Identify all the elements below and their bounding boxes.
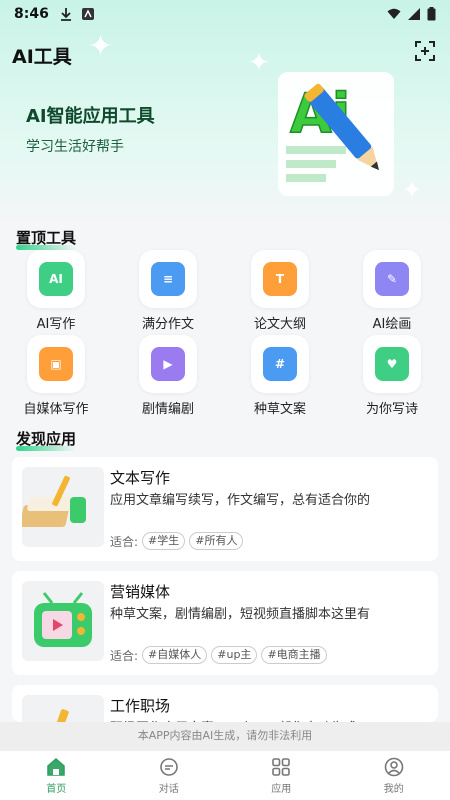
tool-icon-tile: ▣	[27, 335, 85, 393]
wifi-icon	[387, 8, 401, 19]
tool-item[interactable]: ≡ 满分作文	[112, 250, 224, 332]
app-card[interactable]: 营销媒体种草文案，剧情编剧，短视频直播脚本这里有 适合: #自媒体人 #up主 #电商主…	[12, 571, 438, 675]
app-tags: 适合: #自媒体人 #up主 #电商主播	[110, 646, 327, 664]
tool-label: 为你写诗	[365, 402, 418, 417]
tool-item[interactable]: ♥ 为你写诗	[336, 335, 448, 417]
tool-item[interactable]: # 种草文案	[224, 335, 336, 417]
home-icon	[47, 758, 65, 776]
tool-label: AI绘画	[372, 317, 412, 332]
apps-icon	[272, 758, 291, 776]
tab-apps[interactable]: 应用	[225, 751, 338, 800]
app-tags: 适合: #学生 #所有人	[110, 532, 244, 550]
bottom-tab-bar: 首页 对话 应用 我的	[0, 750, 450, 800]
tool-label: AI写作	[36, 317, 76, 332]
tool-icon-tile: ♥	[363, 335, 421, 393]
profile-icon	[384, 757, 404, 777]
ai-pencil-illustration: Ai	[278, 72, 394, 196]
app-title: 营销媒体	[110, 583, 171, 601]
tool-icon-tile: T	[251, 250, 309, 308]
app-tag: #电商主播	[261, 646, 327, 664]
app-description: 应用文章编写续写，作文编写，总有适合你的	[110, 493, 371, 508]
signal-icon	[408, 8, 420, 20]
book-icon: ≡	[151, 262, 185, 296]
status-bar: 8:46	[0, 0, 450, 28]
app-thumbnail	[22, 581, 104, 661]
tool-item[interactable]: ✎ AI绘画	[336, 250, 448, 332]
sparkle-icon: ✦	[402, 176, 423, 204]
ai-write-icon: AI	[39, 262, 73, 296]
scan-icon[interactable]	[414, 40, 436, 62]
hero-title: AI智能应用工具	[26, 106, 155, 127]
app-tag: #所有人	[189, 532, 244, 550]
download-icon	[60, 8, 71, 21]
tab-label: 应用	[271, 784, 292, 795]
tool-label: 论文大纲	[253, 317, 306, 332]
app-card[interactable]: 文本写作应用文章编写续写，作文编写，总有适合你的 适合: #学生 #所有人	[12, 457, 438, 561]
video-icon: ▶	[151, 347, 185, 381]
tool-icon-tile: ▶	[139, 335, 197, 393]
tool-label: 剧情编剧	[141, 402, 194, 417]
chat-icon	[159, 758, 178, 776]
tab-profile[interactable]: 我的	[338, 751, 450, 800]
tool-icon-tile: ✎	[363, 250, 421, 308]
paint-icon: ✎	[375, 262, 409, 296]
ai-disclaimer: 本APP内容由AI生成，请勿非法利用	[0, 722, 450, 750]
app-title: 文本写作	[110, 469, 171, 487]
hashtag-icon: #	[263, 347, 297, 381]
tool-label: 自媒体写作	[23, 402, 89, 417]
section-title-discover: 发现应用	[16, 428, 77, 451]
app-tag: #自媒体人	[142, 646, 208, 664]
status-time: 8:46	[14, 6, 49, 22]
tab-label: 对话	[158, 784, 179, 795]
app-title: 工作职场	[110, 697, 171, 715]
tab-label: 首页	[46, 784, 67, 795]
tab-label: 我的	[383, 784, 404, 795]
tool-icon-tile: ≡	[139, 250, 197, 308]
tool-icon-tile: #	[251, 335, 309, 393]
tool-label: 满分作文	[141, 317, 194, 332]
app-tag: #学生	[142, 532, 186, 550]
sparkle-icon: ✦	[88, 29, 114, 64]
media-icon: ▣	[39, 347, 73, 381]
app-notification-icon	[81, 8, 94, 20]
tag-prefix: 适合:	[110, 534, 139, 549]
poem-icon: ♥	[375, 347, 409, 381]
app-description: 种草文案，剧情编剧，短视频直播脚本这里有	[110, 607, 371, 622]
tool-item[interactable]: AI AI写作	[0, 250, 112, 332]
tool-label: 种草文案	[253, 402, 306, 417]
tool-item[interactable]: ▶ 剧情编剧	[112, 335, 224, 417]
tag-prefix: 适合:	[110, 648, 139, 663]
tab-home[interactable]: 首页	[0, 751, 113, 800]
tab-chat[interactable]: 对话	[113, 751, 226, 800]
app-thumbnail	[22, 695, 104, 722]
tool-item[interactable]: T 论文大纲	[224, 250, 336, 332]
section-title-pinned: 置顶工具	[16, 227, 77, 250]
battery-icon	[427, 7, 436, 21]
outline-icon: T	[263, 262, 297, 296]
app-thumbnail	[22, 467, 104, 547]
tool-icon-tile: AI	[27, 250, 85, 308]
tool-item[interactable]: ▣ 自媒体写作	[0, 335, 112, 417]
app-card[interactable]: 工作职场职场写作应用文案不可少，AI帮你自动生成	[12, 685, 438, 722]
hero-subtitle: 学习生活好帮手	[26, 139, 124, 155]
app-title: AI工具	[12, 46, 72, 68]
app-tag: #up主	[211, 646, 258, 664]
sparkle-icon: ✦	[248, 48, 270, 78]
